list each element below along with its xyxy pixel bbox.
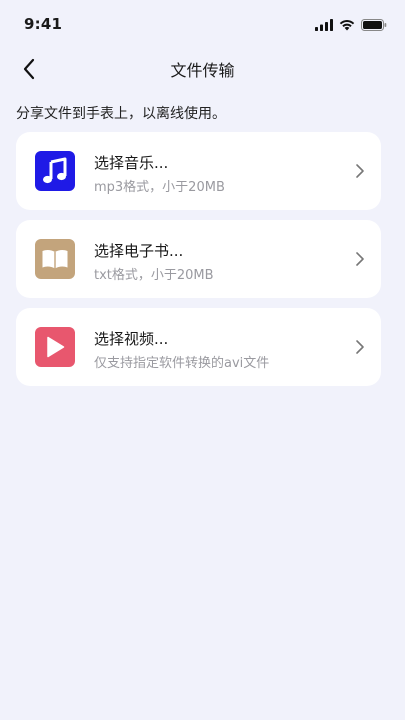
card-description: 仅支持指定软件转换的avi文件: [94, 356, 270, 371]
card-title: 选择电子书...: [94, 242, 184, 260]
music-note-icon: [35, 151, 75, 191]
book-icon: [35, 239, 75, 279]
select-video-card[interactable]: 选择视频... 仅支持指定软件转换的avi文件: [16, 308, 381, 386]
card-title: 选择视频...: [94, 330, 169, 348]
wifi-icon: [339, 16, 355, 35]
status-bar: 9:41: [0, 0, 405, 48]
chevron-right-icon: [356, 164, 364, 178]
card-title: 选择音乐...: [94, 154, 169, 172]
status-time: 9:41: [24, 15, 63, 33]
page-title: 文件传输: [170, 61, 235, 80]
select-ebook-card[interactable]: 选择电子书... txt格式，小于20MB: [16, 220, 381, 298]
battery-icon: [361, 16, 387, 35]
card-description: txt格式，小于20MB: [94, 268, 214, 283]
status-icons: [315, 16, 387, 35]
chevron-right-icon: [356, 252, 364, 266]
subtitle: 分享文件到手表上，以离线使用。: [16, 106, 226, 122]
card-description: mp3格式，小于20MB: [94, 180, 225, 195]
select-music-card[interactable]: 选择音乐... mp3格式，小于20MB: [16, 132, 381, 210]
chevron-right-icon: [356, 340, 364, 354]
nav-bar: 文件传输: [0, 48, 405, 88]
play-icon: [35, 327, 75, 367]
cellular-signal-icon: [315, 16, 333, 35]
